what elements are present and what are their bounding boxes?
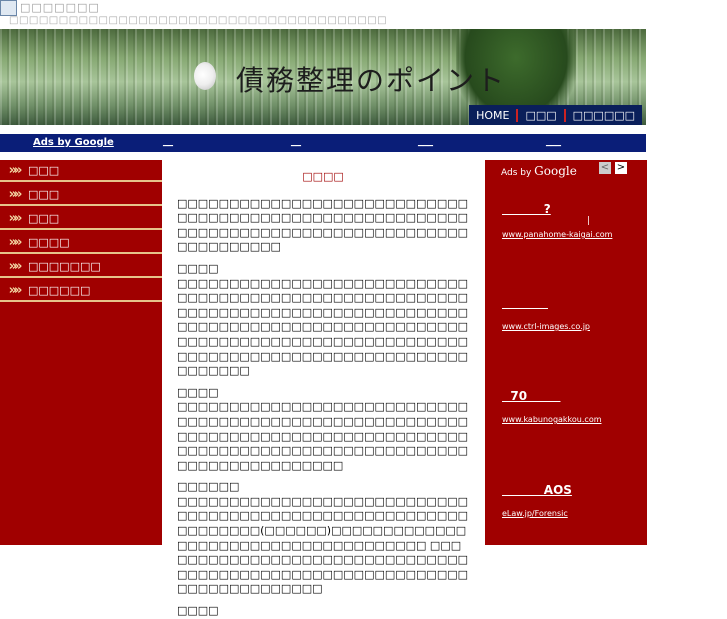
sidebar-item-1[interactable]: »» □□□: [0, 160, 162, 182]
ad-url[interactable]: www.panahome-kaigai.com: [502, 230, 632, 239]
sidebar-item-5[interactable]: »» □□□□□□□: [0, 256, 162, 278]
sidebar-item-6[interactable]: »» □□□□□□: [0, 280, 162, 302]
section-title: □□□□: [177, 261, 219, 275]
sidebar-item-label: □□□□□□□: [28, 259, 101, 273]
section-title: □□□□□□: [177, 480, 240, 494]
site-logo-text: 債務整理のポイント: [236, 64, 507, 97]
sidebar-item-4[interactable]: »» □□□□: [0, 232, 162, 254]
ad-url[interactable]: www.ctrl-images.co.jp: [502, 322, 632, 331]
section-title: □□□□: [177, 385, 219, 399]
ad-unit-1[interactable]: ? | www.panahome-kaigai.com: [502, 202, 632, 239]
ad-link-1[interactable]: __: [163, 136, 173, 147]
page-title: □□□□: [302, 170, 344, 183]
site-favicon-icon: [0, 0, 17, 16]
ad-url[interactable]: www.kabunogakkou.com: [502, 415, 632, 424]
ad-extra: |: [587, 216, 591, 226]
sidebar-item-label: □□□: [28, 211, 60, 225]
double-chevron-icon: »»: [8, 186, 23, 202]
ad-title[interactable]: 70: [502, 389, 632, 403]
sidebar-menu: »» □□□ »» □□□ »» □□□ »» □□□□ »» □□□□□□□ …: [0, 160, 162, 545]
ad-link-3[interactable]: ___: [418, 136, 433, 147]
ad-unit-2[interactable]: www.ctrl-images.co.jp: [502, 296, 632, 331]
sidebar-item-2[interactable]: »» □□□: [0, 184, 162, 206]
chevron-right-icon[interactable]: >: [615, 162, 627, 174]
header-banner: 債務整理のポイント HOME □□□ □□□□□□: [0, 29, 646, 125]
intro-paragraph: □□□□□□□□□□□□□□□□□□□□□□□□□□□□□□□□□□□□□□□□…: [177, 196, 469, 254]
nav-link-2[interactable]: □□□: [516, 108, 563, 122]
ads-by-prefix: Ads by: [501, 168, 535, 178]
ad-title[interactable]: AOS: [502, 483, 632, 497]
section-body: □□□□□□□□□□□□□□□□□□□□□□□□□□□□□□□□□□□□□□□□…: [177, 400, 469, 472]
ad-link-4[interactable]: ___: [546, 136, 561, 147]
ads-by-google-label[interactable]: Ads by Google: [501, 164, 577, 178]
ad-sidebar: Ads by Google < > ? | www.panahome-kaiga…: [485, 160, 647, 545]
ad-url[interactable]: eLaw.jp/Forensic: [502, 509, 632, 518]
section-body: □□□□□□□□□□□□□□□□□□□□□□□□□□□□□□□□□□□□□□□□…: [177, 494, 469, 596]
sidebar-item-label: □□□: [28, 187, 60, 201]
ad-unit-3[interactable]: 70 www.kabunogakkou.com: [502, 389, 632, 424]
double-chevron-icon: »»: [8, 282, 23, 298]
ad-title[interactable]: ?: [502, 202, 632, 216]
ad-link-bar: Ads by Google __ __ ___ ___: [0, 134, 646, 152]
double-chevron-icon: »»: [8, 258, 23, 274]
moon-icon: [194, 62, 216, 90]
sidebar-item-label: □□□□□□: [28, 283, 91, 297]
double-chevron-icon: »»: [8, 234, 23, 250]
section-title: □□□□: [177, 604, 219, 618]
google-logo-text: Google: [534, 164, 577, 178]
double-chevron-icon: »»: [8, 210, 23, 226]
nav-home-link[interactable]: HOME: [469, 109, 516, 122]
ads-by-google-label[interactable]: Ads by Google: [33, 137, 114, 148]
ad-link-2[interactable]: __: [291, 136, 301, 147]
sidebar-item-3[interactable]: »» □□□: [0, 208, 162, 230]
double-chevron-icon: »»: [8, 162, 23, 178]
section-body: □□□□□□□□□□□□□□□□□□□□□□□□□□□□□□□□□□□□□□□□…: [177, 276, 469, 378]
main-content: □□□□ □□□□□□□□□□□□□□□□□□□□□□□□□□□□□□□□□□□…: [177, 160, 469, 619]
chevron-left-icon[interactable]: <: [599, 162, 611, 174]
ad-unit-4[interactable]: AOS eLaw.jp/Forensic: [502, 483, 632, 518]
site-title: □□□□□□□: [20, 1, 100, 14]
ad-title[interactable]: [502, 296, 632, 310]
sidebar-item-label: □□□□: [28, 235, 70, 249]
sidebar-item-label: □□□: [28, 163, 60, 177]
nav-link-3[interactable]: □□□□□□: [563, 108, 642, 122]
header-nav: HOME □□□ □□□□□□: [469, 105, 642, 125]
site-subtitle: □□□□□□□□□□□□□□□□□□□□□□□□□□□□□□□□□□□□□□: [9, 15, 388, 26]
